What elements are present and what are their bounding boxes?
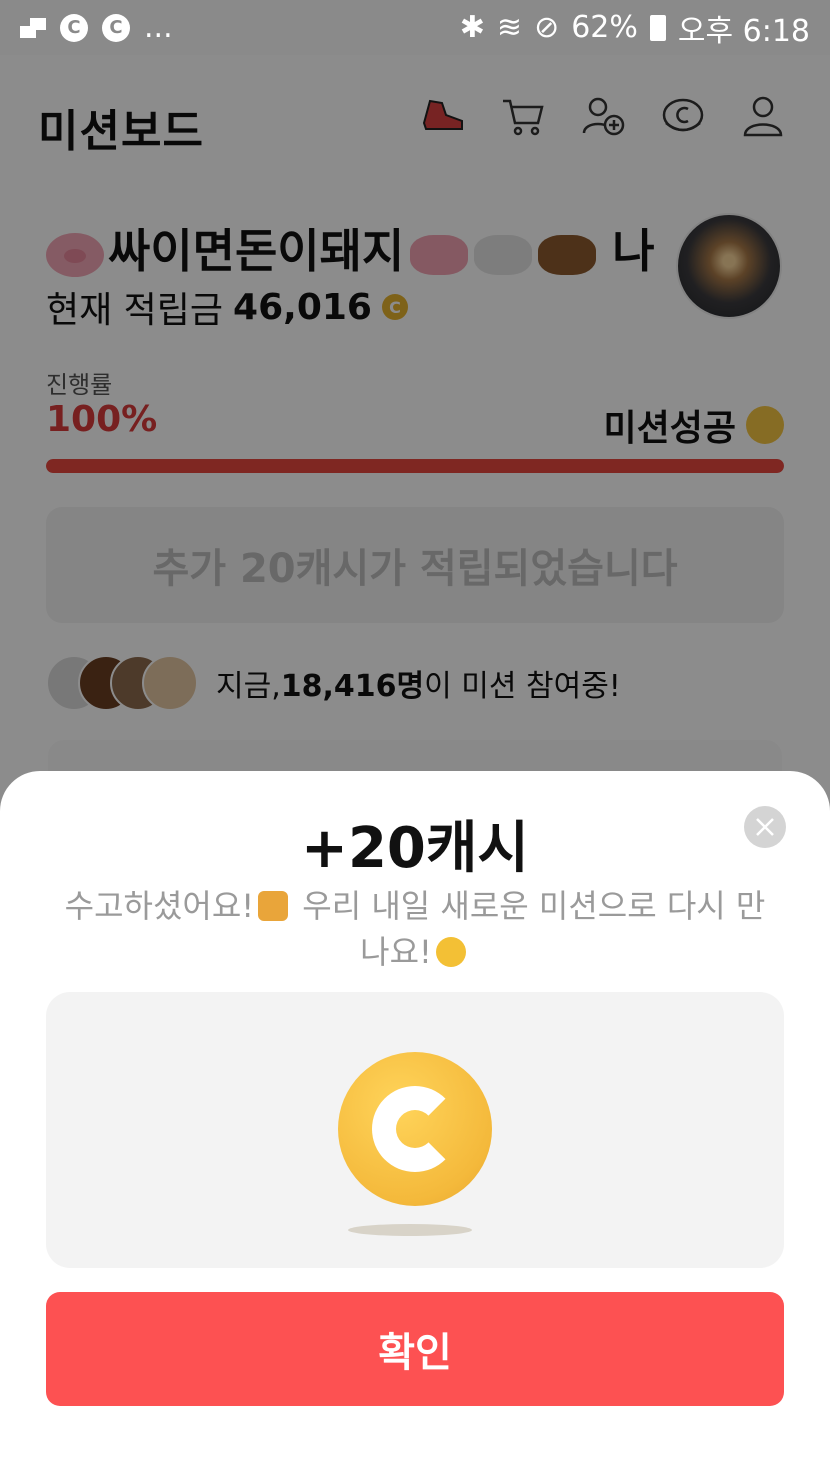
clock: 오후 6:18 <box>677 13 810 49</box>
reward-sheet: +20캐시 수고하셨어요! 우리 내일 새로운 미션으로 다시 만나요! 확인 <box>0 771 830 1476</box>
close-button[interactable] <box>744 806 786 848</box>
battery-percent: 62% <box>571 10 638 45</box>
battery-icon <box>649 14 666 41</box>
status-bar: C C ... ✱ ≋ ⊘ 62% 오후 6:18 <box>0 0 830 55</box>
wifi-icon: ≋ <box>496 10 523 45</box>
coin-shadow <box>348 1224 472 1236</box>
more-notifications: ... <box>144 10 173 45</box>
cash-notification-icon: C <box>102 13 130 42</box>
thumbs-up-icon <box>258 891 289 921</box>
bluetooth-icon: ✱ <box>459 10 485 45</box>
coin-panel <box>46 992 784 1268</box>
confirm-button[interactable]: 확인 <box>46 1292 784 1406</box>
cash-notification-icon: C <box>60 13 88 42</box>
star-struck-icon <box>435 937 466 967</box>
coin-icon <box>338 1052 492 1206</box>
message-part2: 우리 내일 새로운 미션으로 다시 만나요! <box>292 887 766 971</box>
close-icon <box>756 818 774 836</box>
do-not-disturb-icon: ⊘ <box>534 10 560 45</box>
message-part1: 수고하셨어요! <box>64 887 255 925</box>
reward-title: +20캐시 <box>301 816 529 881</box>
reward-message: 수고하셨어요! 우리 내일 새로운 미션으로 다시 만나요! <box>60 883 770 975</box>
notification-icon <box>20 17 46 38</box>
